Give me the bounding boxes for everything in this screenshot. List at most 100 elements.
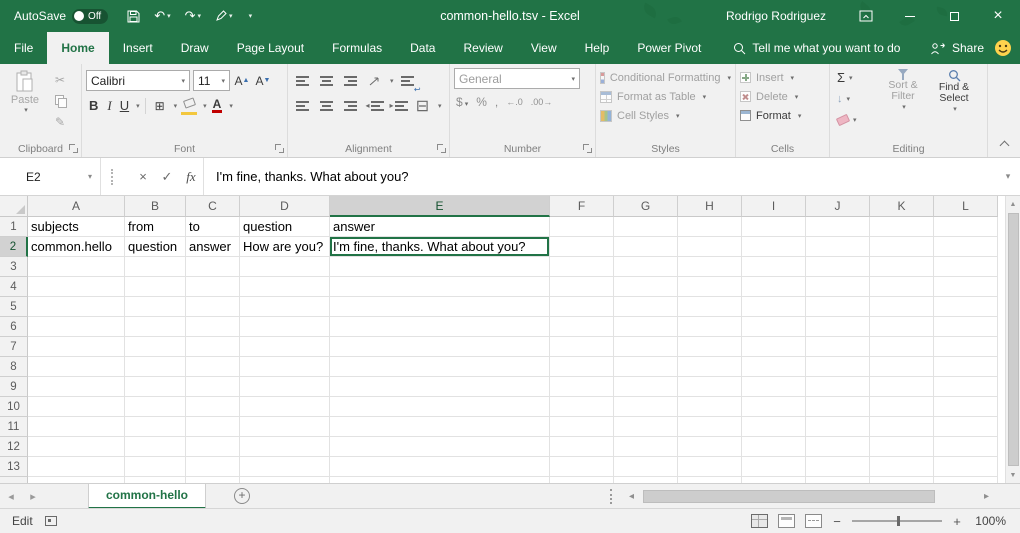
tab-file[interactable]: File	[0, 32, 47, 64]
comma-style-button[interactable]: ,	[495, 95, 498, 109]
insert-function-button[interactable]: fx	[179, 165, 203, 189]
cell-E1[interactable]: answer	[330, 217, 550, 237]
zoom-slider[interactable]	[852, 520, 942, 522]
cell-G3[interactable]	[614, 257, 678, 277]
decrease-indent-button[interactable]: ◂	[364, 96, 385, 116]
cell-B13[interactable]	[125, 457, 186, 477]
cell-D13[interactable]	[240, 457, 330, 477]
conditional-formatting-button[interactable]: Conditional Formatting ▾	[600, 68, 731, 87]
tab-formulas[interactable]: Formulas	[318, 32, 396, 64]
cell-F1[interactable]	[550, 217, 614, 237]
cell-B8[interactable]	[125, 357, 186, 377]
cell-I2[interactable]	[742, 237, 806, 257]
cell-L2[interactable]	[934, 237, 998, 257]
cell-L6[interactable]	[934, 317, 998, 337]
row-header-6[interactable]: 6	[0, 317, 28, 337]
percent-style-button[interactable]: %	[476, 95, 487, 109]
format-as-table-button[interactable]: Format as Table ▾	[600, 87, 731, 106]
tab-home[interactable]: Home	[47, 32, 108, 64]
cell-K13[interactable]	[870, 457, 934, 477]
cell-E9[interactable]	[330, 377, 550, 397]
row-header-5[interactable]: 5	[0, 297, 28, 317]
column-header-K[interactable]: K	[870, 196, 934, 217]
cell-A5[interactable]	[28, 297, 125, 317]
cell-B9[interactable]	[125, 377, 186, 397]
tab-help[interactable]: Help	[571, 32, 624, 64]
cell-H3[interactable]	[678, 257, 742, 277]
cell-I1[interactable]	[742, 217, 806, 237]
cell-K5[interactable]	[870, 297, 934, 317]
vertical-scrollbar[interactable]: ▲ ▼	[1005, 196, 1020, 483]
cell-I6[interactable]	[742, 317, 806, 337]
underline-button[interactable]: U	[118, 98, 131, 113]
font-color-button[interactable]: A	[210, 97, 225, 114]
cell-K4[interactable]	[870, 277, 934, 297]
cell-L11[interactable]	[934, 417, 998, 437]
cell-A6[interactable]	[28, 317, 125, 337]
row-header-9[interactable]: 9	[0, 377, 28, 397]
cell-A12[interactable]	[28, 437, 125, 457]
copy-button[interactable]	[49, 92, 71, 109]
minimize-button[interactable]	[888, 0, 932, 32]
cell-J1[interactable]	[806, 217, 870, 237]
cell-H5[interactable]	[678, 297, 742, 317]
row-header-7[interactable]: 7	[0, 337, 28, 357]
cell-B12[interactable]	[125, 437, 186, 457]
cell-D8[interactable]	[240, 357, 330, 377]
normal-view-button[interactable]	[751, 514, 768, 528]
cell-E6[interactable]	[330, 317, 550, 337]
row-header-1[interactable]: 1	[0, 217, 28, 237]
cell-A10[interactable]	[28, 397, 125, 417]
cell-E3[interactable]	[330, 257, 550, 277]
cell-B6[interactable]	[125, 317, 186, 337]
cell-B2[interactable]: question	[125, 237, 186, 257]
clipboard-dialog-launcher[interactable]	[68, 143, 78, 153]
merge-center-dropdown-icon[interactable]: ▾	[438, 102, 442, 110]
cell-D2[interactable]: How are you?	[240, 237, 330, 257]
cell-L13[interactable]	[934, 457, 998, 477]
middle-align-button[interactable]	[316, 71, 337, 91]
cell-H7[interactable]	[678, 337, 742, 357]
tab-page-layout[interactable]: Page Layout	[223, 32, 318, 64]
name-box-dropdown-icon[interactable]: ▾	[88, 172, 92, 181]
cell-H2[interactable]	[678, 237, 742, 257]
tab-scrollbar-splitter[interactable]	[610, 489, 612, 504]
save-button[interactable]	[122, 3, 145, 29]
cell-E5[interactable]	[330, 297, 550, 317]
cell-D9[interactable]	[240, 377, 330, 397]
name-box[interactable]: E2 ▾	[0, 158, 100, 195]
cell-J5[interactable]	[806, 297, 870, 317]
cell-E11[interactable]	[330, 417, 550, 437]
cell-J7[interactable]	[806, 337, 870, 357]
scroll-up-icon[interactable]: ▲	[1006, 196, 1020, 212]
redo-dropdown-icon[interactable]: ▾	[198, 12, 202, 20]
cell-B3[interactable]	[125, 257, 186, 277]
cell-C3[interactable]	[186, 257, 240, 277]
italic-button[interactable]: I	[104, 98, 114, 114]
cell-L5[interactable]	[934, 297, 998, 317]
paste-button[interactable]: Paste ▾	[4, 68, 46, 130]
enter-button[interactable]: ✓	[155, 165, 179, 189]
cell-I9[interactable]	[742, 377, 806, 397]
scroll-right-icon[interactable]: ▸	[979, 491, 994, 502]
cell-I4[interactable]	[742, 277, 806, 297]
cell-F3[interactable]	[550, 257, 614, 277]
cell-I13[interactable]	[742, 457, 806, 477]
cell-K3[interactable]	[870, 257, 934, 277]
formula-input[interactable]: I'm fine, thanks. What about you?	[204, 169, 996, 184]
cell-I5[interactable]	[742, 297, 806, 317]
close-button[interactable]: ×	[976, 0, 1020, 32]
paste-dropdown-icon[interactable]: ▾	[24, 106, 28, 114]
cell-A9[interactable]	[28, 377, 125, 397]
cell-F11[interactable]	[550, 417, 614, 437]
cell-G10[interactable]	[614, 397, 678, 417]
scroll-down-icon[interactable]: ▼	[1006, 467, 1020, 483]
row-header-4[interactable]: 4	[0, 277, 28, 297]
cell-J2[interactable]	[806, 237, 870, 257]
cell-J6[interactable]	[806, 317, 870, 337]
cell-G11[interactable]	[614, 417, 678, 437]
cell-H12[interactable]	[678, 437, 742, 457]
delete-cells-button[interactable]: Delete ▾	[740, 87, 825, 106]
zoom-slider-thumb[interactable]	[897, 516, 900, 526]
cell-D11[interactable]	[240, 417, 330, 437]
